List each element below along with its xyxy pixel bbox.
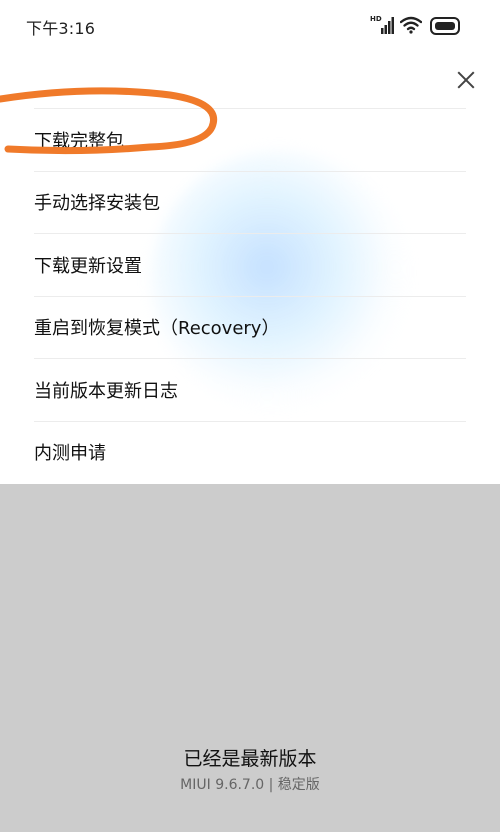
menu-item-label: 手动选择安装包 bbox=[34, 193, 160, 215]
signal-icon: HD bbox=[370, 16, 394, 34]
menu-item-label: 重启到恢复模式（Recovery） bbox=[34, 318, 280, 340]
menu-item-beta-apply[interactable]: 内测申请 bbox=[34, 420, 466, 484]
menu-item-reboot-recovery[interactable]: 重启到恢复模式（Recovery） bbox=[34, 295, 466, 359]
menu-item-download-settings[interactable]: 下载更新设置 bbox=[34, 233, 466, 296]
menu-item-label: 下载更新设置 bbox=[34, 255, 142, 277]
menu-item-label: 内测申请 bbox=[34, 443, 106, 465]
version-text: MIUI 9.6.7.0 | 稳定版 bbox=[180, 777, 320, 793]
menu-item-changelog[interactable]: 当前版本更新日志 bbox=[34, 358, 466, 421]
battery-icon bbox=[430, 17, 460, 35]
footer: 已经是最新版本 MIUI 9.6.7.0 | 稳定版 bbox=[0, 744, 500, 796]
update-status-text: 已经是最新版本 bbox=[183, 748, 317, 770]
close-icon[interactable] bbox=[452, 66, 480, 94]
menu-list: 下载完整包 手动选择安装包 下载更新设置 重启到恢复模式（Recovery） 当… bbox=[0, 108, 500, 483]
menu-item-download-full-package[interactable]: 下载完整包 bbox=[34, 108, 466, 171]
bottom-sheet-menu: 下午3:16 HD 下载完整包 手动选择安装包 下载更新设置 重启到恢复模式（R… bbox=[0, 0, 500, 484]
menu-item-label: 下载完整包 bbox=[34, 130, 124, 152]
hd-label: HD bbox=[370, 15, 382, 23]
status-icons: HD bbox=[370, 14, 480, 38]
wifi-icon bbox=[399, 16, 423, 34]
status-bar: 下午3:16 HD bbox=[0, 0, 500, 54]
menu-item-label: 当前版本更新日志 bbox=[34, 380, 178, 402]
status-time: 下午3:16 bbox=[26, 19, 96, 38]
menu-item-manual-select-package[interactable]: 手动选择安装包 bbox=[34, 170, 466, 234]
